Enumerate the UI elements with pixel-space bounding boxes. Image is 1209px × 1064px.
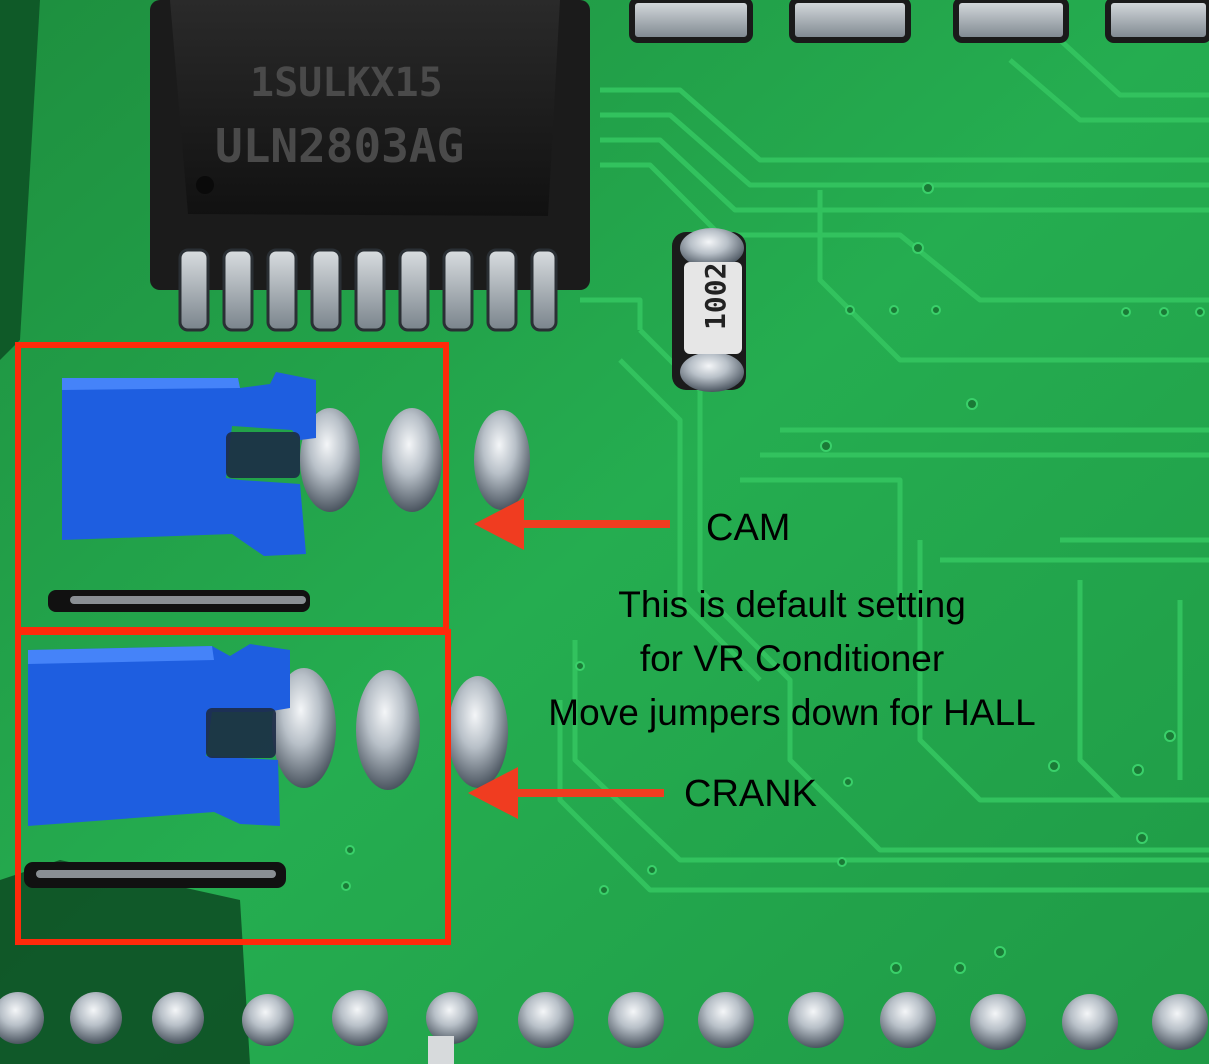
chip-marking-line1: 1SULKX15 <box>250 60 443 106</box>
chip-marking-line2: ULN2803AG <box>215 119 464 173</box>
resistor-code: 1002 <box>699 263 732 330</box>
smd-resistor: 1002 <box>672 228 746 392</box>
cam-label: CAM <box>706 507 791 549</box>
chip-legs <box>178 248 558 332</box>
note-line: Move jumpers down for HALL <box>548 692 1036 733</box>
note-line: This is default setting <box>618 584 966 625</box>
crank-label: CRANK <box>684 773 818 815</box>
uln2803-chip: 1SULKX15 ULN2803AG <box>150 0 590 290</box>
note-line: for VR Conditioner <box>639 638 945 679</box>
pcb-photo: 1SULKX15 ULN2803AG 1002 CAM CRANK This i… <box>0 0 1209 1064</box>
jumper-setting-note: This is default setting for VR Condition… <box>482 578 1102 740</box>
